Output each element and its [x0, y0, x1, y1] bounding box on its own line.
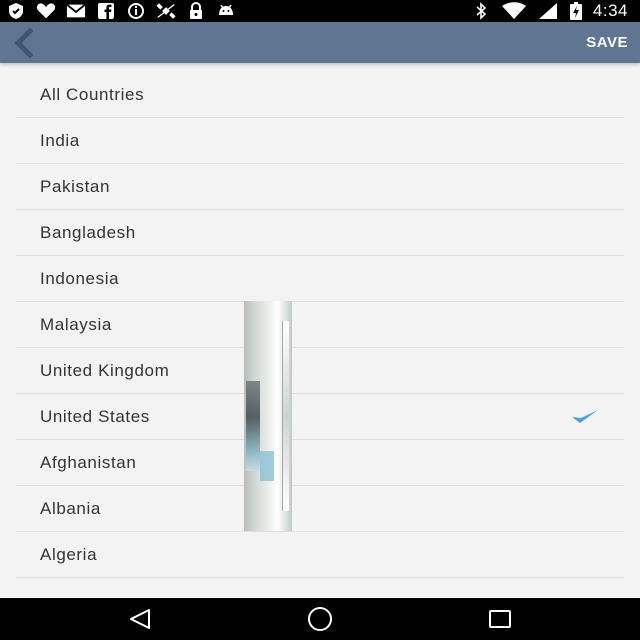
- battery-icon: [569, 2, 583, 20]
- recents-square-icon: [489, 610, 511, 628]
- list-item[interactable]: Pakistan: [16, 164, 624, 210]
- screen: 4:34 SAVE All Countries India Pakistan Bang…: [0, 0, 640, 640]
- mail-icon: [66, 2, 86, 20]
- checkmark-icon: [572, 410, 598, 423]
- list-item[interactable]: Malaysia: [16, 302, 624, 348]
- country-label: Algeria: [40, 545, 98, 564]
- chevron-left-icon: [14, 28, 34, 58]
- save-button[interactable]: SAVE: [586, 22, 628, 63]
- country-label: All Countries: [40, 85, 145, 104]
- country-label: Albania: [40, 499, 101, 518]
- wifi-icon: [501, 2, 527, 20]
- notification-icons: [6, 0, 236, 22]
- country-label: Afghanistan: [40, 453, 137, 472]
- nav-recents-button[interactable]: [470, 598, 530, 640]
- list-item[interactable]: India: [16, 118, 624, 164]
- list-item[interactable]: Albania: [16, 486, 624, 532]
- list-item[interactable]: All Countries: [16, 72, 624, 118]
- status-bar: 4:34: [0, 0, 640, 22]
- list-item[interactable]: United Kingdom: [16, 348, 624, 394]
- bluetooth-icon: [471, 2, 491, 20]
- app-bar: SAVE: [0, 22, 640, 63]
- heart-icon: [36, 2, 56, 20]
- country-label: Indonesia: [40, 269, 120, 288]
- back-triangle-icon: [130, 609, 150, 629]
- country-label: Bangladesh: [40, 223, 136, 242]
- shield-icon: [6, 2, 26, 20]
- country-label: India: [40, 131, 80, 150]
- overlay-image: [244, 301, 292, 531]
- list-item[interactable]: United States: [16, 394, 624, 440]
- list-item[interactable]: Bangladesh: [16, 210, 624, 256]
- list-item[interactable]: Indonesia: [16, 256, 624, 302]
- country-label: United Kingdom: [40, 361, 170, 380]
- lock-icon: [186, 2, 206, 20]
- navigation-bar: [0, 598, 640, 640]
- back-button[interactable]: [6, 26, 42, 60]
- list-item[interactable]: Algeria: [16, 532, 624, 578]
- facebook-icon: [96, 2, 116, 20]
- nav-back-button[interactable]: [110, 598, 170, 640]
- home-circle-icon: [308, 607, 332, 631]
- list-item[interactable]: Afghanistan: [16, 440, 624, 486]
- clock: 4:34: [592, 1, 628, 20]
- country-label: United States: [40, 407, 150, 426]
- country-list: All Countries India Pakistan Bangladesh Indo…: [16, 72, 624, 578]
- country-label: Pakistan: [40, 177, 111, 196]
- system-icons: 4:34: [471, 0, 628, 22]
- nav-home-button[interactable]: [290, 598, 350, 640]
- signal-icon: [537, 2, 559, 20]
- country-label: Malaysia: [40, 315, 112, 334]
- android-icon: [216, 2, 236, 20]
- satellite-icon: [156, 2, 176, 20]
- info-icon: [126, 2, 146, 20]
